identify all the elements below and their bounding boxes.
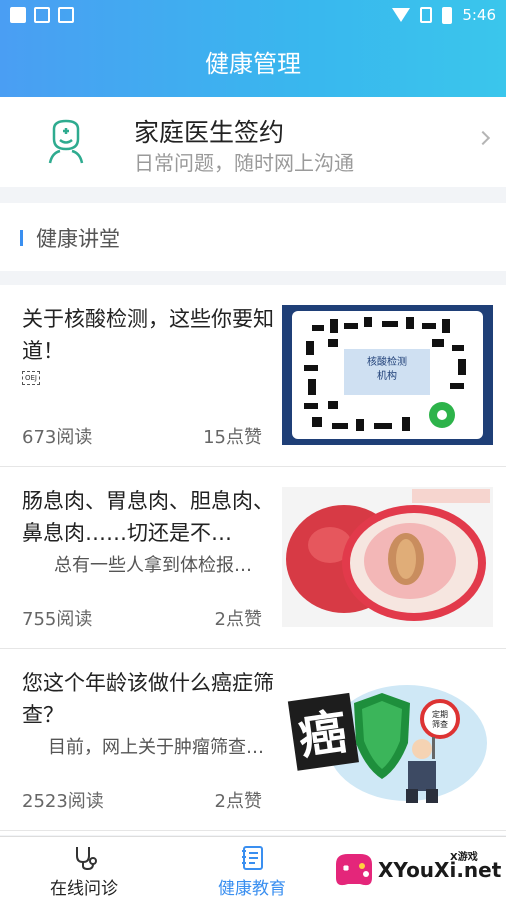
article-title: 关于核酸检测，这些你要知道！ (22, 307, 274, 363)
signin-subtitle: 日常问题，随时网上沟通 (134, 151, 354, 175)
inline-image-placeholder-icon: OEJ (22, 371, 40, 385)
article-likes: 15点赞 (203, 427, 262, 448)
text-app-icon (58, 7, 74, 23)
status-time: 5:46 (462, 6, 496, 24)
article-thumbnail-cancer: 癌 定期 筛查 (282, 669, 493, 809)
status-system-icons: 5:46 (392, 6, 496, 24)
chevron-right-icon (475, 130, 491, 146)
article-summary: 目前，网上关于肿瘤筛查… (48, 737, 264, 758)
article-item[interactable]: 关于核酸检测，这些你要知道！ OEJ 673阅读 15点赞 核酸检测 机构 (0, 285, 506, 467)
doctor-icon (48, 119, 84, 164)
article-reads: 2523阅读 (22, 791, 104, 812)
status-notification-icons (10, 7, 74, 23)
article-item[interactable]: 肠息肉、胃息肉、胆息肉、鼻息肉……切还是不… 总有一些人拿到体检报… 755阅读… (0, 467, 506, 649)
wifi-icon (392, 8, 411, 22)
notification-icon (10, 7, 26, 23)
tab-label: 在线问诊 (50, 879, 118, 899)
sim-icon (420, 7, 433, 23)
article-item[interactable]: 您这个年龄该做什么癌症筛查？ 目前，网上关于肿瘤筛查… 2523阅读 2点赞 癌… (0, 649, 506, 831)
watermark-text: XYouXi.net (378, 858, 502, 882)
article-reads: 755阅读 (22, 609, 93, 630)
bottom-tab-bar: 在线问诊 健康教育 X游戏 XYouXi.net (0, 836, 506, 900)
book-icon (242, 846, 263, 870)
tab-online-consultation[interactable]: 在线问诊 (0, 837, 168, 900)
family-doctor-card[interactable]: 家庭医生签约 日常问题，随时网上沟通 (0, 97, 506, 187)
article-title: 您这个年龄该做什么癌症筛查？ (22, 671, 274, 727)
gamepad-icon (336, 854, 372, 886)
page-title: 健康管理 (205, 50, 301, 78)
app-header: 5:46 健康管理 (0, 0, 506, 97)
section-accent-bar (20, 230, 23, 246)
article-summary: 总有一些人拿到体检报… (54, 555, 252, 576)
signin-title: 家庭医生签约 (134, 118, 285, 147)
svg-text:机构: 机构 (377, 369, 397, 382)
article-list: 关于核酸检测，这些你要知道！ OEJ 673阅读 15点赞 核酸检测 机构 肠息… (0, 285, 506, 835)
article-title: 肠息肉、胃息肉、胆息肉、鼻息肉……切还是不… (22, 489, 274, 545)
tab-health-education[interactable]: 健康教育 (168, 837, 336, 900)
article-likes: 2点赞 (214, 609, 262, 630)
svg-text:筛查: 筛查 (432, 719, 448, 729)
svg-text:核酸检测: 核酸检测 (367, 355, 407, 368)
article-thumbnail-peach (282, 487, 493, 627)
section-title: 健康讲堂 (36, 227, 120, 251)
svg-text:定期: 定期 (432, 709, 448, 719)
stethoscope-icon (76, 847, 97, 871)
article-likes: 2点赞 (214, 791, 262, 812)
section-header: 健康讲堂 (0, 203, 506, 271)
article-thumbnail-qrcode: 核酸检测 机构 (282, 305, 493, 445)
image-icon (34, 7, 50, 23)
status-bar: 5:46 (0, 0, 506, 30)
watermark-logo: X游戏 XYouXi.net (330, 844, 502, 892)
battery-icon (442, 6, 453, 24)
svg-text:癌: 癌 (295, 704, 350, 766)
article-reads: 673阅读 (22, 427, 93, 448)
tab-label: 健康教育 (218, 879, 286, 899)
